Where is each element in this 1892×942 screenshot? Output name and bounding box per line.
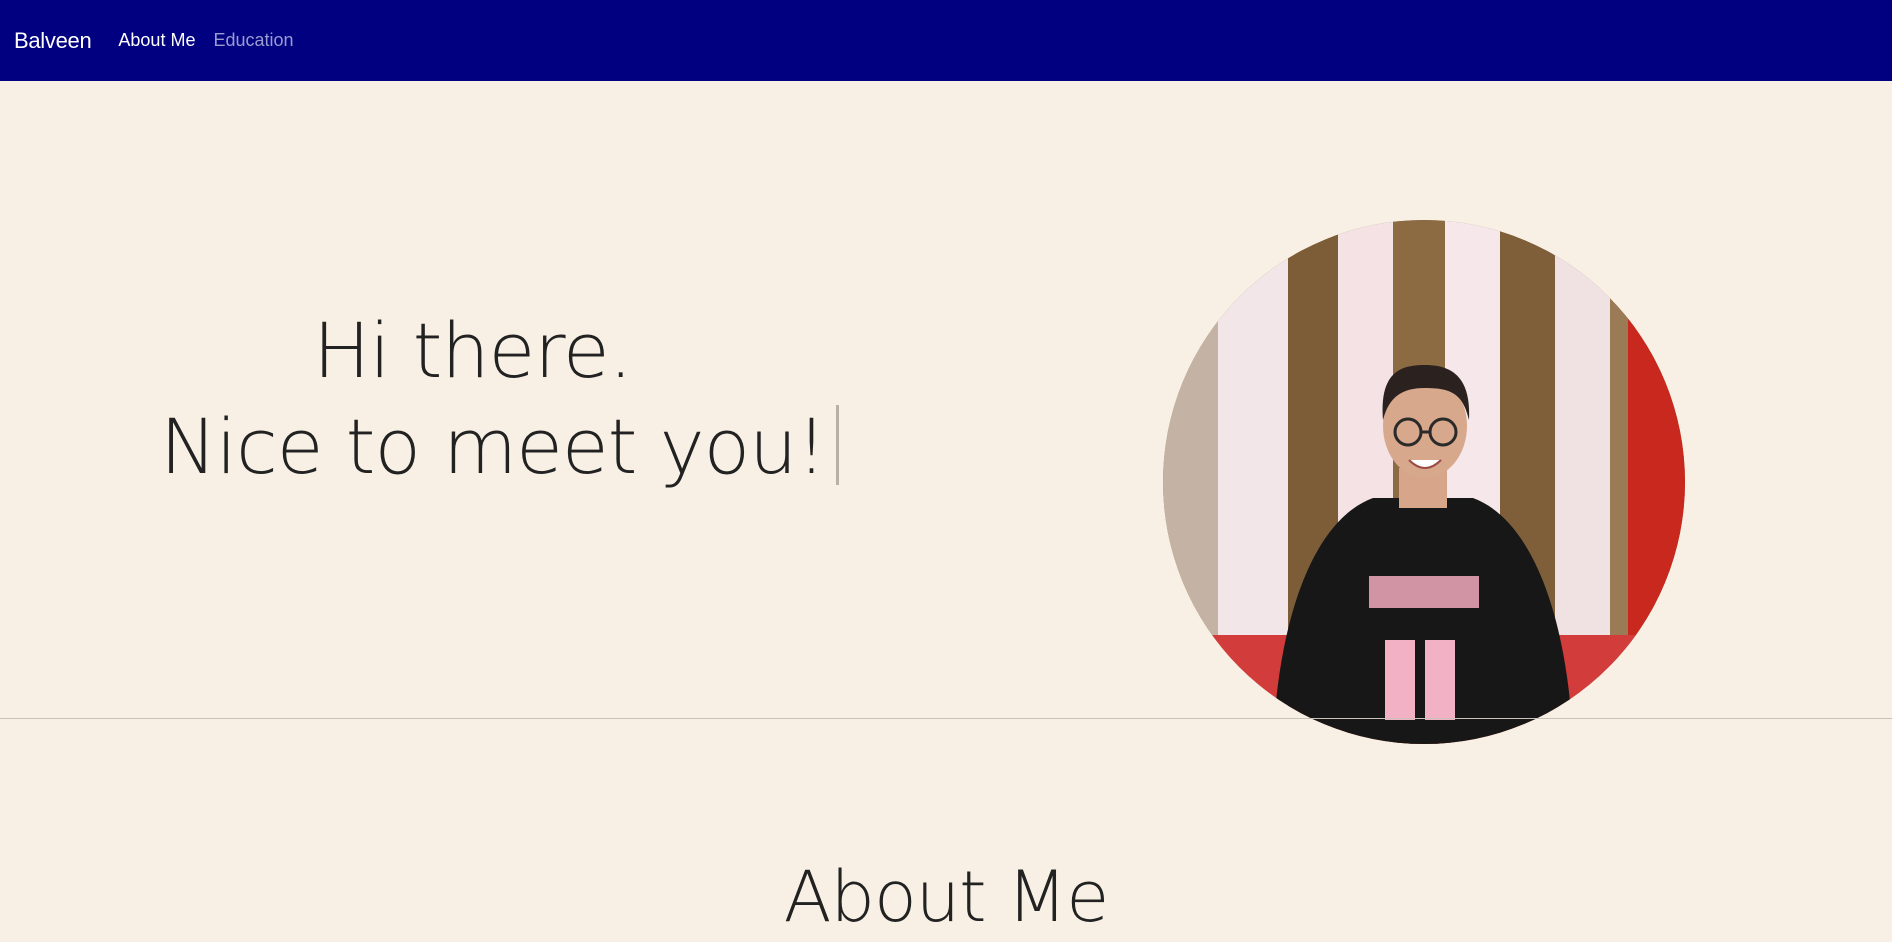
- nav-education[interactable]: Education: [213, 30, 293, 51]
- navbar: Balveen About Me Education: [0, 0, 1892, 81]
- typing-cursor: [835, 405, 839, 485]
- hero-greeting: Hi there. Nice to meet you!: [160, 303, 839, 495]
- greeting-line-2-wrap: Nice to meet you!: [160, 399, 839, 495]
- greeting-line-1: Hi there.: [313, 306, 633, 395]
- nav-about-me[interactable]: About Me: [118, 30, 195, 51]
- profile-photo-image: [1163, 220, 1685, 744]
- greeting-line-2: Nice to meet you!: [160, 402, 827, 491]
- about-me-heading: About Me: [783, 856, 1110, 939]
- section-divider: [0, 718, 1892, 719]
- brand-link[interactable]: Balveen: [14, 28, 92, 54]
- hero-section: Hi there. Nice to meet you!: [0, 81, 1892, 744]
- profile-photo: [1163, 220, 1685, 744]
